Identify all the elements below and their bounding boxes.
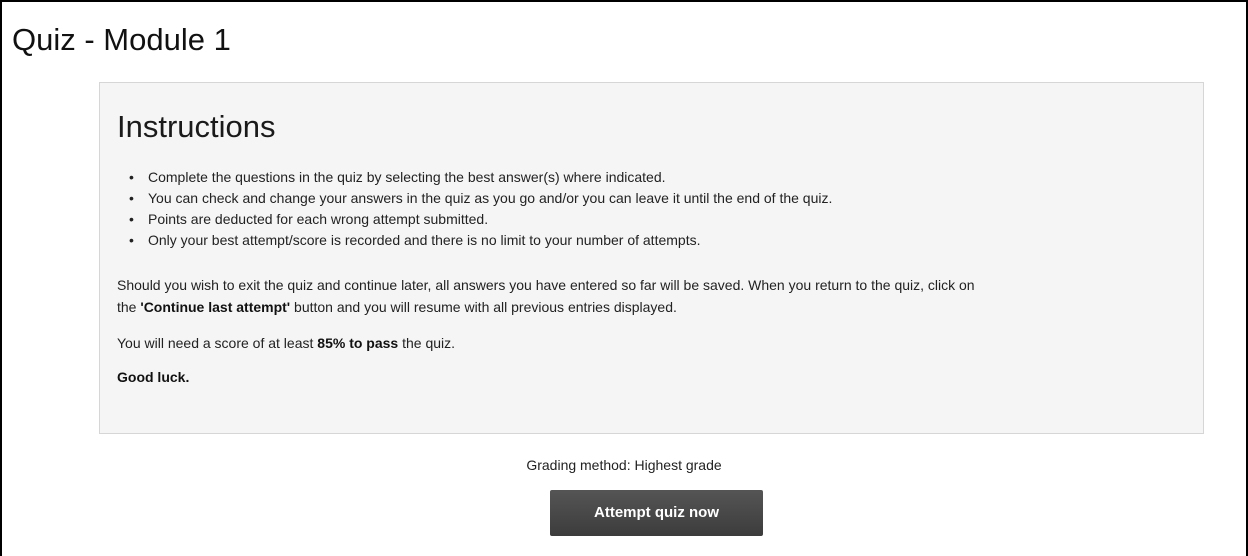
instruction-text: Only your best attempt/score is recorded…: [148, 232, 701, 248]
instruction-text: Points are deducted for each wrong attem…: [148, 211, 489, 227]
grading-method-text: Grading method: Highest grade: [526, 457, 722, 473]
instruction-text: Complete the questions in the quiz by se…: [148, 169, 666, 185]
instructions-list: • Complete the questions in the quiz by …: [117, 167, 832, 251]
instruction-text: You can check and change your answers in…: [148, 190, 833, 206]
page-title: Quiz - Module 1: [12, 22, 231, 57]
continue-attempt-emphasis: 'Continue last attempt': [140, 299, 291, 315]
good-luck-emphasis: Good luck.: [117, 369, 190, 385]
quiz-page: Quiz - Module 1 Instructions • Complete …: [0, 0, 1248, 556]
pass-score-text-end: the quiz.: [398, 335, 456, 351]
exit-paragraph-line2-end: button and you will resume with all prev…: [290, 299, 677, 315]
exit-paragraph-line2-start: the: [117, 299, 141, 315]
list-item: • Points are deducted for each wrong att…: [117, 209, 832, 230]
list-item: • You can check and change your answers …: [117, 188, 832, 209]
list-item: • Only your best attempt/score is record…: [117, 230, 832, 251]
list-item: • Complete the questions in the quiz by …: [117, 167, 832, 188]
pass-score-emphasis: 85% to pass: [317, 335, 399, 351]
attempt-quiz-button[interactable]: Attempt quiz now: [550, 490, 763, 536]
pass-score-text-start: You will need a score of at least: [117, 335, 318, 351]
bullet-icon: •: [129, 169, 134, 185]
exit-quiz-paragraph: Should you wish to exit the quiz and con…: [117, 274, 975, 318]
bullet-icon: •: [129, 211, 134, 227]
exit-paragraph-line1: Should you wish to exit the quiz and con…: [117, 277, 975, 293]
quiz-intro-box: Instructions • Complete the questions in…: [99, 82, 1204, 434]
bullet-icon: •: [129, 232, 134, 248]
bullet-icon: •: [129, 190, 134, 206]
instructions-heading: Instructions: [117, 109, 276, 144]
good-luck-text: Good luck.: [117, 366, 189, 388]
pass-score-paragraph: You will need a score of at least 85% to…: [117, 332, 455, 354]
